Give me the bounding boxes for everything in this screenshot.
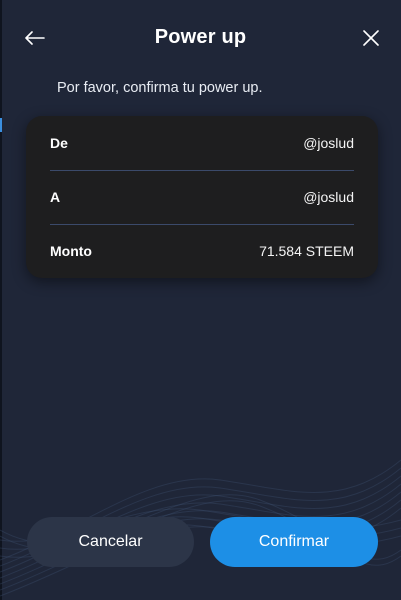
edge-marker [0, 118, 2, 132]
detail-row-amount: Monto 71.584 STEEM [50, 224, 354, 278]
page-title: Power up [154, 26, 247, 48]
power-up-dialog: Power up Por favor, confirma tu power up… [0, 0, 401, 600]
detail-value: @joslud [303, 189, 354, 205]
close-button[interactable] [358, 26, 384, 50]
detail-label: A [50, 189, 61, 205]
close-icon [363, 30, 379, 46]
detail-value: 71.584 STEEM [259, 243, 354, 259]
detail-label: De [50, 135, 68, 151]
cancel-button[interactable]: Cancelar [27, 517, 194, 567]
detail-label: Monto [50, 243, 92, 259]
confirm-button[interactable]: Confirmar [210, 517, 378, 567]
detail-value: @joslud [303, 135, 354, 151]
detail-row-to: A @joslud [50, 170, 354, 224]
detail-row-from: De @joslud [50, 116, 354, 170]
details-card: De @joslud A @joslud Monto 71.584 STEEM [26, 116, 378, 278]
header: Power up [0, 0, 401, 78]
confirmation-message: Por favor, confirma tu power up. [57, 80, 263, 96]
